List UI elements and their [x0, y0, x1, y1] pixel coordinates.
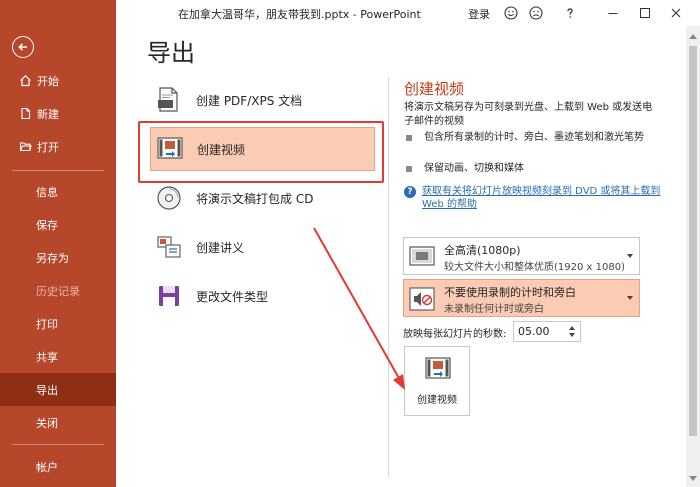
sidebar-item-label: 新建 — [37, 107, 59, 121]
scroll-thumb[interactable] — [689, 46, 697, 436]
help-button[interactable] — [562, 5, 578, 21]
backstage-sidebar: 开始 新建 打开 信息 保存 另存为 历史记录 打印 共享 导出 关闭 帐户 — [0, 0, 116, 487]
sidebar-item-share[interactable]: 共享 — [0, 340, 116, 373]
video-quality-dropdown[interactable]: 全高清(1080p) 较大文件大小和整体优质(1920 x 1080) — [403, 237, 640, 275]
help-question-icon: ? — [404, 186, 416, 198]
sidebar-item-label: 保存 — [36, 218, 58, 232]
quality-title: 全高清(1080p) — [444, 244, 521, 257]
quality-subtitle: 较大文件大小和整体优质(1920 x 1080) — [444, 262, 624, 273]
feature-bullet: 保留动画、切换和媒体 — [406, 162, 646, 176]
cd-disc-icon — [153, 182, 185, 214]
sidebar-item-save-as[interactable]: 另存为 — [0, 241, 116, 274]
smiley-icon[interactable] — [504, 6, 518, 20]
panel-title: 创建视频 — [404, 80, 465, 98]
sidebar-item-account[interactable]: 帐户 — [0, 450, 116, 483]
save-file-type-icon — [153, 280, 185, 312]
chevron-down-icon — [627, 296, 633, 300]
sidebar-item-new[interactable]: 新建 — [0, 97, 116, 130]
feature-bullet: 包含所有录制的计时、旁白、墨迹笔划和激光笔势 — [406, 131, 646, 145]
create-video-icon — [425, 357, 451, 379]
export-option-label: 更改文件类型 — [196, 289, 269, 304]
no-narration-icon — [409, 287, 435, 311]
sidebar-item-history[interactable]: 历史记录 — [0, 274, 116, 307]
panel-divider — [388, 78, 389, 478]
seconds-per-slide-label: 放映每张幻灯片的秒数: — [403, 329, 507, 340]
sidebar-item-label: 信息 — [36, 185, 58, 199]
maximize-icon — [640, 8, 650, 18]
help-link[interactable]: 获取有关将幻灯片放映视频刻录到 DVD 或将其上载到 Web 的帮助 — [422, 185, 662, 211]
sidebar-item-open[interactable]: 打开 — [0, 130, 116, 163]
export-option-handouts[interactable]: 创建讲义 — [150, 225, 375, 269]
sidebar-item-label: 打开 — [37, 140, 59, 154]
sidebar-item-label: 历史记录 — [36, 284, 80, 298]
minimize-icon — [608, 13, 618, 14]
question-icon — [567, 8, 573, 18]
page-title: 导出 — [147, 39, 195, 67]
home-icon — [18, 74, 32, 88]
vertical-scrollbar[interactable] — [686, 26, 700, 487]
presentation-quality-icon — [409, 246, 435, 266]
sidebar-item-home[interactable]: 开始 — [0, 64, 116, 97]
login-link[interactable]: 登录 — [468, 6, 490, 22]
frown-icon[interactable] — [529, 6, 543, 20]
sidebar-item-export[interactable]: 导出 — [0, 373, 116, 406]
folder-open-icon — [18, 140, 32, 154]
export-option-label: 将演示文稿打包成 CD — [196, 191, 314, 206]
panel-description: 将演示文稿另存为可刻录到光盘、上载到 Web 或发送电子邮件的视频 — [404, 102, 653, 127]
handouts-icon — [153, 231, 185, 263]
sidebar-divider — [12, 444, 104, 445]
sidebar-item-save[interactable]: 保存 — [0, 208, 116, 241]
annotation-highlight-box — [138, 121, 384, 183]
scroll-up-icon[interactable] — [689, 34, 697, 39]
sidebar-item-label: 导出 — [36, 383, 58, 397]
sidebar-item-label: 关闭 — [36, 416, 58, 430]
pdf-document-icon — [153, 84, 185, 116]
export-option-label: 创建 PDF/XPS 文档 — [196, 93, 303, 108]
export-option-label: 创建讲义 — [196, 240, 245, 255]
sidebar-item-label: 打印 — [36, 317, 58, 331]
export-option-pdf[interactable]: 创建 PDF/XPS 文档 — [150, 78, 375, 122]
back-button[interactable] — [12, 36, 34, 58]
export-option-change-type[interactable]: 更改文件类型 — [150, 274, 375, 318]
sidebar-item-label: 帐户 — [36, 460, 58, 474]
sidebar-item-label: 共享 — [36, 350, 58, 364]
scroll-down-icon[interactable] — [689, 476, 697, 481]
sidebar-item-info[interactable]: 信息 — [0, 175, 116, 208]
maximize-button[interactable] — [637, 5, 653, 21]
sidebar-item-close[interactable]: 关闭 — [0, 406, 116, 439]
create-video-button-label: 创建视频 — [417, 395, 457, 406]
stepper-up-icon[interactable] — [569, 326, 575, 330]
timing-subtitle: 未录制任何计时或旁白 — [444, 304, 544, 315]
new-file-icon — [18, 107, 32, 121]
sidebar-divider — [12, 170, 104, 171]
sidebar-item-print[interactable]: 打印 — [0, 307, 116, 340]
create-video-button[interactable]: 创建视频 — [404, 346, 470, 416]
seconds-stepper[interactable] — [513, 321, 581, 342]
back-arrow-icon — [18, 43, 27, 51]
sidebar-item-label: 另存为 — [36, 251, 69, 265]
timing-narration-dropdown[interactable]: 不要使用录制的计时和旁白 未录制任何计时或旁白 — [403, 279, 640, 317]
timing-title: 不要使用录制的计时和旁白 — [444, 286, 576, 299]
window-title: 在加拿大温哥华，朋友带我到.pptx - PowerPoint — [178, 8, 421, 21]
stepper-down-icon[interactable] — [569, 333, 575, 337]
title-bar: 在加拿大温哥华，朋友带我到.pptx - PowerPoint 登录 — [116, 0, 700, 26]
close-icon — [671, 8, 681, 18]
close-window-button[interactable] — [668, 5, 684, 21]
minimize-button[interactable] — [605, 5, 621, 21]
chevron-down-icon — [627, 254, 633, 258]
sidebar-item-label: 开始 — [37, 74, 59, 88]
seconds-input[interactable] — [518, 324, 562, 339]
